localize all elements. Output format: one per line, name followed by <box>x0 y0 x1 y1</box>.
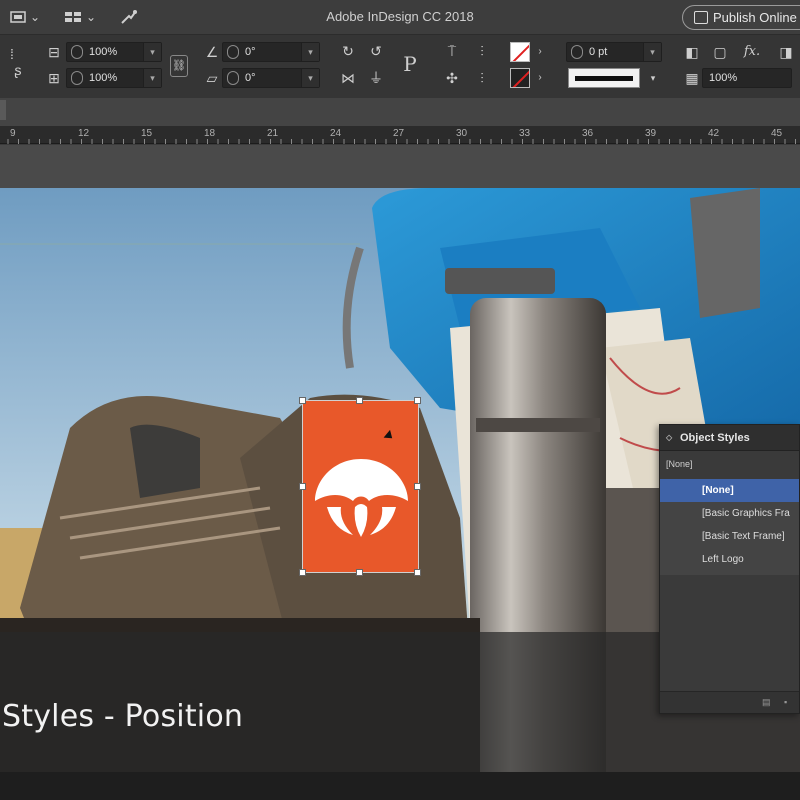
logo-frame[interactable] <box>302 400 419 573</box>
align-icon[interactable]: ⫶ <box>472 68 492 88</box>
document-tab-strip <box>0 98 800 126</box>
frame-fitting-icon[interactable]: ▢ <box>710 42 730 62</box>
stepper-icon[interactable] <box>71 71 83 85</box>
stepper-icon[interactable] <box>227 45 239 59</box>
opacity-value: 100% <box>709 72 738 84</box>
shear-angle-icon: ▱ <box>206 70 218 86</box>
scale-x-icon: ⊟ <box>48 44 60 60</box>
rotate-clockwise-icon[interactable]: ↻ <box>338 41 358 61</box>
title-bar: ⌄ ⌄ Adobe InDesign CC 2018 Publish Onlin… <box>0 0 800 34</box>
opacity-icon[interactable]: ▦ <box>682 68 702 88</box>
ruler-tick-label: 42 <box>708 128 720 139</box>
scale-x-value: 100% <box>89 46 118 58</box>
paragraph-icon[interactable]: P <box>400 54 420 74</box>
stroke-type-preview[interactable] <box>568 68 640 88</box>
current-style: [None] <box>666 459 693 469</box>
ruler-tick-label: 15 <box>141 128 153 139</box>
document-tab[interactable] <box>0 100 6 120</box>
opacity-field[interactable]: 100% <box>702 68 792 88</box>
object-styles-panel[interactable]: ◇ Object Styles [None] [None] [Basic Gra… <box>659 424 800 714</box>
ruler-tick-label: 36 <box>582 128 594 139</box>
ruler-tick-label: 18 <box>204 128 216 139</box>
pasteboard <box>0 145 800 188</box>
chevron-right-icon[interactable]: › <box>534 68 546 88</box>
new-style-icon[interactable]: ▤ <box>762 697 771 708</box>
app-title: Adobe InDesign CC 2018 <box>326 9 474 24</box>
ruler-tick-label: 24 <box>330 128 342 139</box>
selection-handle[interactable] <box>414 397 421 404</box>
chevron-down-icon[interactable]: ▾ <box>644 68 662 88</box>
chevron-down-icon[interactable]: ▾ <box>143 43 161 61</box>
selection-handle[interactable] <box>414 569 421 576</box>
scale-y-field[interactable]: 100% ▾ <box>66 68 162 88</box>
ruler-tick-label: 33 <box>519 128 531 139</box>
select-container-icon[interactable]: ⍑ <box>442 41 462 61</box>
stroke-weight-value: 0 pt <box>589 46 608 58</box>
selection-handle[interactable] <box>356 397 363 404</box>
settings-icon[interactable]: ◨ <box>776 42 796 62</box>
style-item-none[interactable]: [None] <box>660 479 799 502</box>
ruler-tick-label: 39 <box>645 128 657 139</box>
scale-y-icon: ⊞ <box>48 70 60 86</box>
distribute-icon[interactable]: ⫶ <box>472 41 492 61</box>
stroke-swatch[interactable] <box>510 68 530 88</box>
ruler-tick-label: 27 <box>393 128 405 139</box>
style-item-basic-graphics-frame[interactable]: [Basic Graphics Fra <box>660 502 799 525</box>
selection-handle[interactable] <box>299 569 306 576</box>
shear-angle-value: 0° <box>245 72 256 84</box>
publish-icon <box>694 11 708 24</box>
style-list: [None] [Basic Graphics Fra [Basic Text F… <box>660 479 799 575</box>
chevron-down-icon[interactable]: ▾ <box>301 69 319 87</box>
shear-angle-field[interactable]: 0° ▾ <box>222 68 320 88</box>
selection-handle[interactable] <box>356 569 363 576</box>
rotate-angle-icon: ∠ <box>205 44 219 60</box>
status-bar <box>0 772 800 800</box>
fill-swatch[interactable] <box>510 42 530 62</box>
scale-x-field[interactable]: 100% ▾ <box>66 42 162 62</box>
select-content-arrow-icon[interactable]: ✣ <box>442 68 462 88</box>
style-item-basic-text-frame[interactable]: [Basic Text Frame] <box>660 525 799 548</box>
ruler-tick-label: 21 <box>267 128 279 139</box>
rotation-angle-value: 0° <box>245 46 256 58</box>
ruler-tick-label: 45 <box>771 128 783 139</box>
stepper-icon[interactable] <box>227 71 239 85</box>
publish-online-button[interactable]: Publish Online <box>682 5 800 30</box>
panel-footer: ▤ ▪ <box>660 691 799 713</box>
rotate-counterclockwise-icon[interactable]: ↺ <box>366 41 386 61</box>
stepper-icon[interactable] <box>71 45 83 59</box>
chevron-right-icon[interactable]: › <box>534 42 546 62</box>
delete-style-icon[interactable]: ▪ <box>784 697 787 707</box>
horizontal-ruler[interactable]: 9 12 15 18 21 24 27 30 33 36 39 42 45 <box>0 126 800 144</box>
chevron-down-icon[interactable]: ▾ <box>301 43 319 61</box>
select-content-icon[interactable]: ʂ <box>8 60 28 80</box>
selection-handle[interactable] <box>299 397 306 404</box>
stepper-icon[interactable] <box>571 45 583 59</box>
flip-vertical-icon[interactable]: ⏚ <box>366 68 386 88</box>
panel-title: Object Styles <box>680 432 750 444</box>
style-item-left-logo[interactable]: Left Logo <box>660 548 799 571</box>
publish-online-label: Publish Online <box>713 10 797 25</box>
ruler-tick-label: 30 <box>456 128 468 139</box>
collapse-arrow-icon[interactable]: ◇ <box>666 433 672 442</box>
video-caption: Styles - Position <box>2 699 244 734</box>
chevron-down-icon[interactable]: ▾ <box>143 69 161 87</box>
parachute-logo-icon <box>315 459 408 537</box>
chevron-down-icon[interactable]: ▾ <box>643 43 661 61</box>
ruler-tick-label: 9 <box>10 128 16 139</box>
rotation-angle-field[interactable]: 0° ▾ <box>222 42 320 62</box>
stroke-weight-field[interactable]: 0 pt ▾ <box>566 42 662 62</box>
ruler-tick-label: 12 <box>78 128 90 139</box>
flip-horizontal-icon[interactable]: ⋈ <box>338 68 358 88</box>
selection-handle[interactable] <box>414 483 421 490</box>
constrain-proportions-icon[interactable]: ⛓ <box>170 55 188 77</box>
drop-shadow-icon[interactable]: ◧ <box>682 42 702 62</box>
effects-icon[interactable]: fx. <box>742 42 762 62</box>
scale-y-value: 100% <box>89 72 118 84</box>
panel-header[interactable]: ◇ Object Styles <box>660 425 799 451</box>
selection-handle[interactable] <box>299 483 306 490</box>
